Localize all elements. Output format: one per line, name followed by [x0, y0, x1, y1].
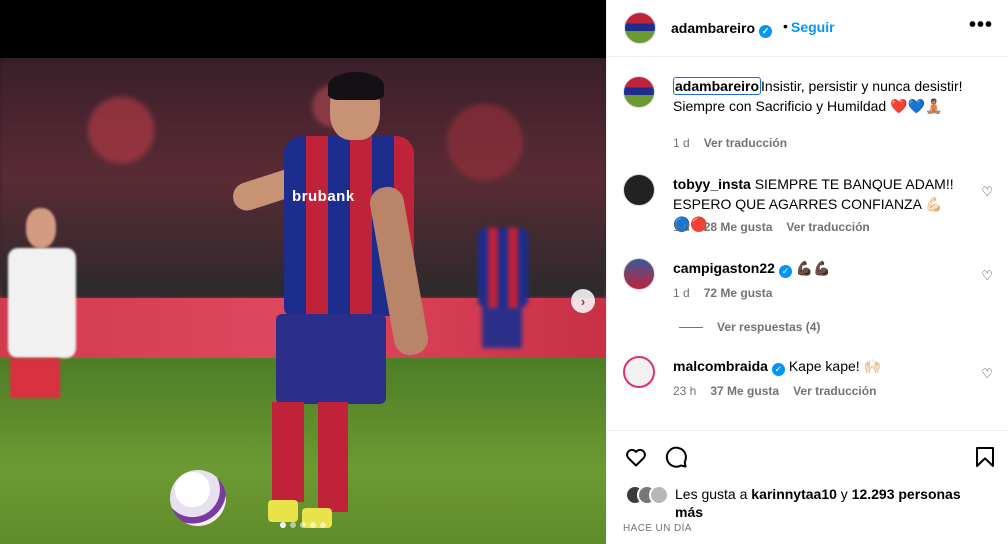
comment-avatar[interactable]	[623, 258, 655, 290]
more-icon[interactable]: •••	[969, 14, 993, 37]
comment-text: 💪🏿💪🏿	[795, 260, 831, 276]
view-replies-button[interactable]: Ver respuestas (4)	[679, 320, 820, 334]
comment-username[interactable]: tobyy_insta	[673, 176, 751, 192]
post-actions: Les gusta a karinnytaa10 y 12.293 person…	[607, 430, 1008, 544]
caption-age: 1 d	[673, 136, 690, 150]
comment-likes[interactable]: 28 Me gusta	[704, 220, 773, 234]
comment-age: 1 d	[673, 286, 690, 300]
comment-age: 1 d	[673, 220, 690, 234]
comment-translate-link[interactable]: Ver traducción	[793, 384, 876, 398]
shirt-sponsor: brubank	[292, 188, 355, 205]
follow-button[interactable]: Seguir	[791, 19, 835, 35]
heart-icon[interactable]: ♡	[981, 268, 993, 284]
comment-age: 23 h	[673, 384, 697, 398]
verified-icon: ✓	[778, 265, 792, 278]
chevron-right-icon: ›	[580, 293, 586, 309]
likes-prefix: Les gusta a	[675, 486, 748, 502]
post-media: brubank ›	[0, 0, 606, 544]
teammate-player	[474, 208, 534, 438]
caption-username[interactable]: adambareiro	[673, 77, 762, 95]
post-sidebar: adambareiro ✓ • Seguir ••• adambareiro Ins…	[606, 0, 1008, 544]
author-avatar[interactable]	[624, 12, 656, 44]
header-separator: •	[783, 18, 788, 34]
carousel-next-button[interactable]: ›	[571, 289, 595, 313]
carousel-dot[interactable]	[280, 522, 286, 528]
carousel-dots	[280, 522, 326, 528]
caption-avatar[interactable]	[623, 76, 655, 108]
carousel-dot[interactable]	[290, 522, 296, 528]
likes-joiner: y	[840, 486, 848, 502]
comments-list[interactable]: adambareiro Insistir, persistir y nunca d…	[607, 58, 1008, 430]
comment-icon[interactable]	[664, 445, 688, 469]
heart-icon[interactable]	[624, 445, 648, 469]
carousel-dot[interactable]	[300, 522, 306, 528]
post-photo: brubank	[0, 58, 606, 544]
carousel-dot[interactable]	[310, 522, 316, 528]
verified-icon: ✓	[759, 25, 773, 38]
post-header: adambareiro ✓ • Seguir •••	[607, 0, 1008, 57]
verified-icon: ✓	[771, 363, 785, 376]
caption-translate-link[interactable]: Ver traducción	[704, 136, 787, 150]
comment-likes[interactable]: 37 Me gusta	[710, 384, 779, 398]
opponent-player	[0, 208, 80, 458]
liker-avatar	[649, 485, 669, 505]
comment-avatar[interactable]	[623, 356, 655, 388]
bookmark-icon[interactable]	[973, 445, 997, 469]
comment-translate-link[interactable]: Ver traducción	[786, 220, 869, 234]
comment-text: Kape kape! 🙌🏻	[788, 358, 881, 374]
comment-avatar[interactable]	[623, 174, 655, 206]
heart-icon[interactable]: ♡	[981, 366, 993, 382]
posted-ago[interactable]: HACE UN DÍA	[623, 523, 692, 534]
comment-username[interactable]: campigaston22	[673, 260, 775, 276]
comment-likes[interactable]: 72 Me gusta	[704, 286, 773, 300]
carousel-dot[interactable]	[320, 522, 326, 528]
soccer-ball	[170, 470, 226, 526]
heart-icon[interactable]: ♡	[981, 184, 993, 200]
likes-summary: Les gusta a karinnytaa10 y 12.293 person…	[625, 485, 985, 521]
replies-divider	[679, 326, 703, 328]
main-player: brubank	[229, 72, 432, 528]
comment-username[interactable]: malcombraida	[673, 358, 768, 374]
liked-by-user[interactable]: karinnytaa10	[751, 486, 837, 502]
author-username[interactable]: adambareiro ✓	[671, 20, 773, 38]
